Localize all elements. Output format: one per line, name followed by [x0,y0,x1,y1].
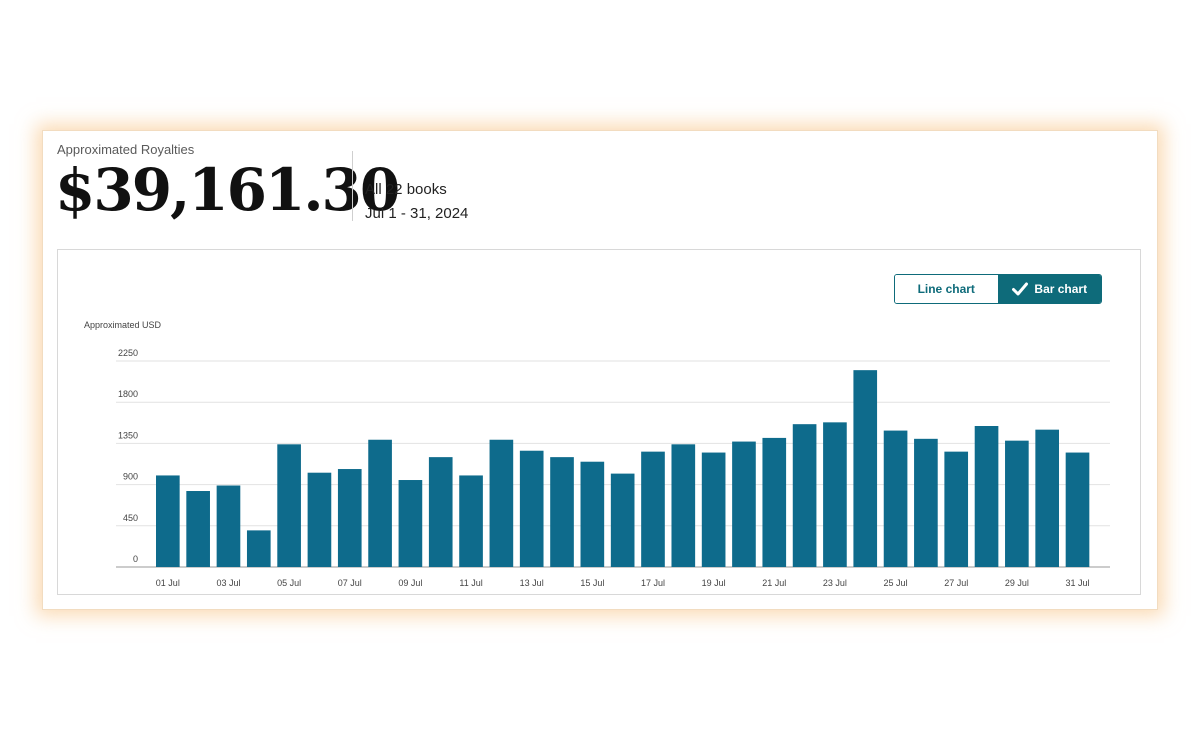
x-tick-label: 23 Jul [823,578,847,588]
bar-17-jul[interactable] [641,451,665,567]
x-tick-label: 31 Jul [1065,578,1089,588]
x-tick-label: 25 Jul [884,578,908,588]
books-scope: All 22 books [365,181,447,198]
bar-19-jul[interactable] [701,452,726,567]
bar-24-jul[interactable] [853,370,878,567]
bar-15-jul[interactable] [580,461,605,567]
bar-29-jul[interactable] [1005,440,1029,567]
x-tick-label: 19 Jul [702,578,726,588]
bar-23-jul[interactable] [823,422,847,567]
bar-20-jul[interactable] [732,441,756,567]
bar-12-jul[interactable] [489,439,514,567]
date-range: Jul 1 - 31, 2024 [365,205,469,222]
bar-28-jul[interactable] [974,426,999,567]
x-tick-label: 29 Jul [1005,578,1029,588]
bar-06-jul[interactable] [307,472,332,567]
bar-04-jul[interactable] [246,530,271,567]
y-tick-label: 2250 [118,348,138,358]
bar-09-jul[interactable] [398,480,423,567]
y-tick-label: 1800 [118,389,138,399]
x-tick-label: 21 Jul [762,578,786,588]
y-axis-title: Approximated USD [84,320,162,330]
bar-02-jul[interactable] [186,491,210,567]
chart-panel: Line chart Bar chart Approximated USD 04… [57,249,1141,595]
bar-08-jul[interactable] [368,439,392,567]
royalties-amount: $39,161.30 [55,156,400,224]
bar-30-jul[interactable] [1035,429,1060,567]
bar-10-jul[interactable] [428,457,453,567]
bar-11-jul[interactable] [459,475,483,567]
royalties-card: Approximated Royalties $39,161.30 All 22… [42,130,1158,610]
y-tick-label: 450 [123,513,138,523]
x-tick-label: 27 Jul [944,578,968,588]
bar-01-jul[interactable] [156,475,180,567]
x-tick-label: 03 Jul [216,578,240,588]
bar-22-jul[interactable] [792,424,817,567]
bar-27-jul[interactable] [944,451,969,567]
x-tick-label: 15 Jul [580,578,604,588]
bar-07-jul[interactable] [337,469,362,567]
x-tick-label: 07 Jul [338,578,362,588]
bar-26-jul[interactable] [914,438,938,567]
bar-13-jul[interactable] [519,450,544,567]
bar-18-jul[interactable] [671,444,696,567]
bar-05-jul[interactable] [277,444,301,567]
bar-03-jul[interactable] [216,485,241,567]
y-tick-label: 0 [133,554,138,564]
y-tick-label: 900 [123,472,138,482]
bar-16-jul[interactable] [610,473,635,567]
x-tick-label: 01 Jul [156,578,180,588]
x-tick-label: 11 Jul [459,578,482,588]
bar-21-jul[interactable] [762,437,787,567]
y-tick-label: 1350 [118,430,138,440]
summary-divider [352,151,353,221]
bar-31-jul[interactable] [1065,452,1090,567]
x-tick-label: 17 Jul [641,578,665,588]
bar-14-jul[interactable] [550,457,574,567]
bar-25-jul[interactable] [883,430,908,567]
x-tick-label: 05 Jul [277,578,301,588]
x-tick-label: 09 Jul [398,578,422,588]
royalties-bar-chart: Approximated USD 0 450 900 1350 1800 2250 01 … [84,320,1110,588]
x-tick-label: 13 Jul [520,578,544,588]
